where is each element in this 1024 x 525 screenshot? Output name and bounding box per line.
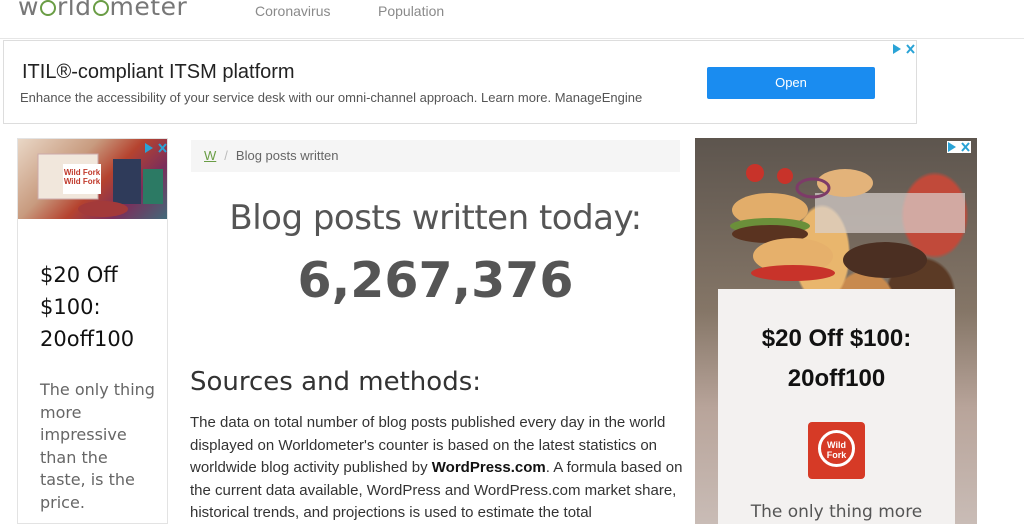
ad-description: Enhance the accessibility of your servic…	[20, 90, 643, 105]
page-title: Blog posts written today:	[229, 198, 642, 238]
worldometer-logo[interactable]: w rld meter	[18, 0, 187, 21]
right-sidebar-ad[interactable]: $20 Off $100: 20off100 Wild Fork The only…	[695, 138, 977, 524]
svg-text:Wild Fork: Wild Fork	[64, 177, 101, 186]
left-ad-offer[interactable]: $20 Off $100: 20off100	[40, 259, 160, 355]
logo-text-end: meter	[109, 0, 188, 21]
left-ad-tagline: The only thing more impressive than the …	[40, 380, 155, 512]
header-divider	[0, 38, 1024, 39]
svg-text:Wild Fork: Wild Fork	[64, 168, 101, 177]
globe-icon	[39, 0, 56, 16]
left-ad-choices-icon[interactable]	[144, 142, 167, 157]
left-sidebar-ad[interactable]: Wild Fork Wild Fork $20 Off $100: 20off1…	[17, 138, 168, 524]
breadcrumb: W / Blog posts written	[191, 140, 680, 172]
breadcrumb-home-link[interactable]: W	[204, 148, 216, 163]
breadcrumb-separator: /	[224, 148, 228, 163]
sources-heading: Sources and methods:	[190, 367, 482, 397]
right-ad-offer-line2: 20off100	[787, 365, 886, 392]
wild-fork-logo[interactable]: Wild Fork	[808, 422, 865, 479]
right-ad-offer[interactable]: $20 Off $100: 20off100	[718, 319, 955, 399]
nav-population[interactable]: Population	[378, 3, 444, 19]
right-ad-offer-line1: $20 Off $100:	[761, 325, 912, 352]
blog-posts-counter: 6,267,376	[297, 252, 574, 309]
sources-paragraph: The data on total number of blog posts p…	[190, 412, 685, 525]
wild-fork-logo-text: Wild Fork	[826, 440, 847, 460]
logo-text-middle: rld	[56, 0, 92, 21]
globe-icon-2	[92, 0, 109, 16]
wordpress-link[interactable]: WordPress.com	[432, 459, 546, 476]
ad-title[interactable]: ITIL®-compliant ITSM platform	[22, 61, 295, 84]
right-ad-tagline: The only thing more	[750, 502, 923, 522]
ad-choices-icon[interactable]	[892, 43, 916, 58]
right-ad-card[interactable]: $20 Off $100: 20off100 Wild Fork The only…	[718, 289, 955, 524]
nav-coronavirus[interactable]: Coronavirus	[255, 3, 330, 19]
ad-open-button[interactable]: Open	[707, 67, 875, 99]
top-banner-ad[interactable]: ITIL®-compliant ITSM platform Enhance th…	[3, 40, 917, 124]
logo-text-start: w	[18, 0, 39, 21]
breadcrumb-current: Blog posts written	[235, 148, 339, 163]
right-ad-choices-icon[interactable]	[947, 141, 971, 156]
